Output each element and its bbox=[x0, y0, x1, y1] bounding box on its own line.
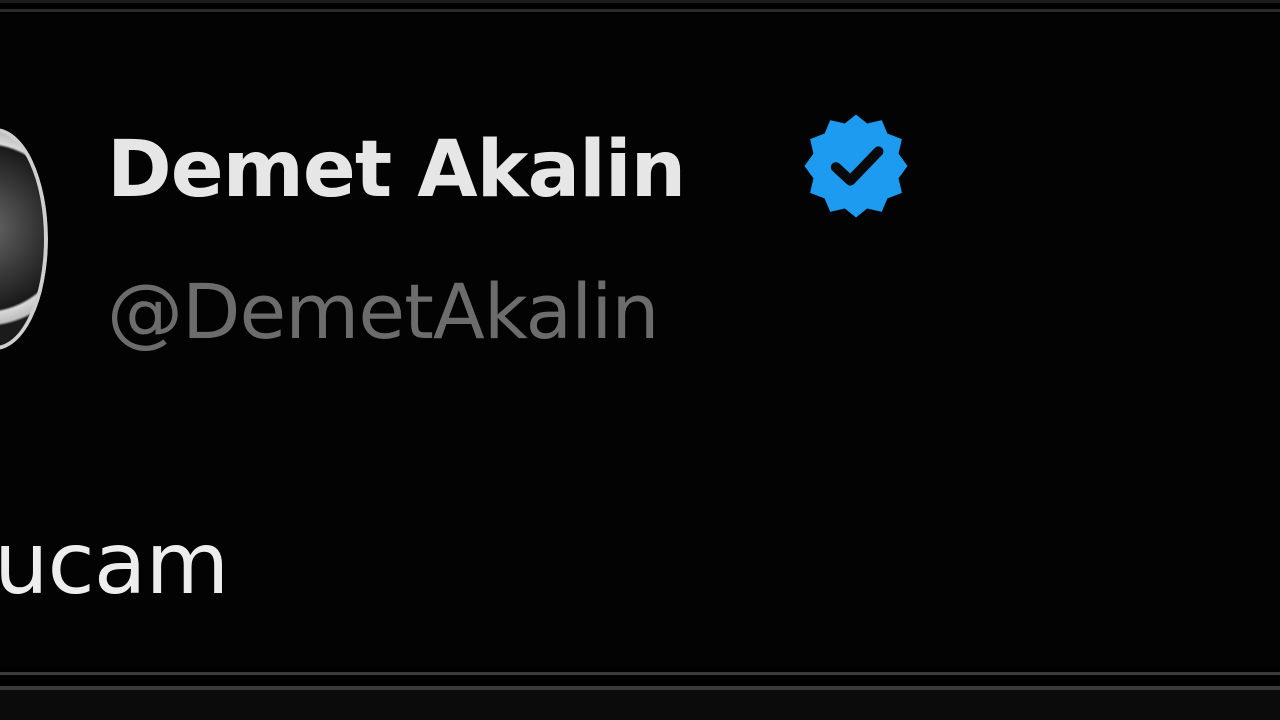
avatar-ring bbox=[0, 128, 48, 350]
bottom-divider bbox=[0, 668, 1280, 720]
author-handle[interactable]: @DemetAkalin bbox=[107, 262, 660, 362]
tweet-card: Demet Akalin @DemetAkalin ucam bbox=[0, 0, 1280, 720]
verified-badge-icon[interactable] bbox=[800, 110, 912, 222]
avatar[interactable] bbox=[0, 128, 48, 350]
tweet-text: ucam bbox=[0, 514, 229, 614]
top-divider bbox=[0, 0, 1280, 14]
author-display-name[interactable]: Demet Akalin bbox=[107, 120, 686, 220]
verified-badge-shape bbox=[804, 114, 908, 218]
